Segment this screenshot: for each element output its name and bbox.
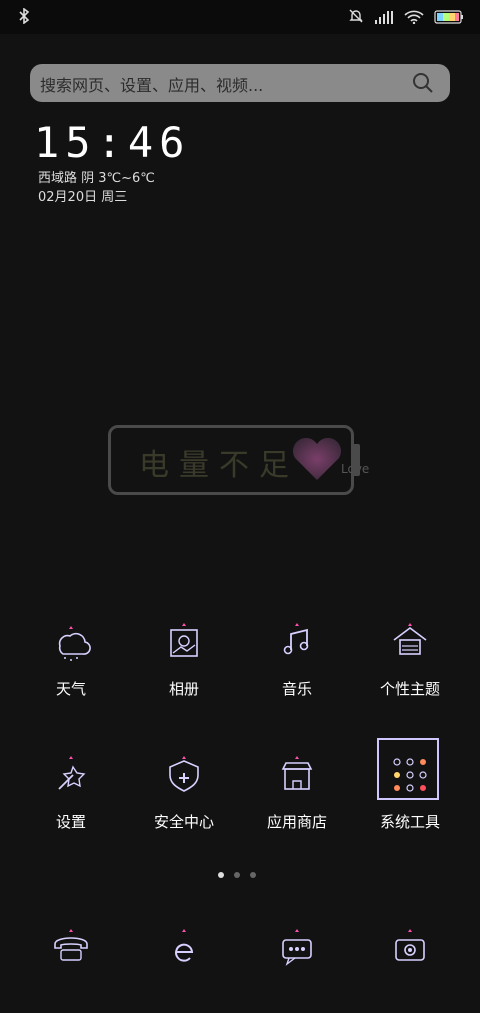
app-label: 相册 <box>168 680 199 698</box>
settings-icon[interactable] <box>49 753 93 797</box>
date-text[interactable]: 02月20日 周三 <box>38 186 127 205</box>
bluetooth-icon <box>18 7 30 28</box>
app-label: 音乐 <box>281 680 312 698</box>
app-theme[interactable]: 个性主题 <box>360 620 460 699</box>
app-gallery[interactable]: 相册 <box>134 620 234 699</box>
phone-icon[interactable] <box>49 928 93 972</box>
dock <box>0 925 480 975</box>
wifi-icon <box>404 9 424 28</box>
theme-icon[interactable] <box>388 620 432 664</box>
app-settings[interactable]: 设置 <box>21 753 121 832</box>
signal-icon <box>374 9 394 28</box>
clock-time[interactable]: 15:46 <box>34 118 190 167</box>
app-label: 设置 <box>55 813 86 831</box>
battery-icon <box>434 9 464 28</box>
search-placeholder[interactable]: 搜索网页、设置、应用、视频... <box>40 72 263 96</box>
heart-icon <box>291 437 343 486</box>
music-icon[interactable] <box>275 620 319 664</box>
system-tools-icon[interactable] <box>388 753 432 797</box>
app-label: 天气 <box>55 680 86 698</box>
app-store-icon[interactable] <box>275 753 319 797</box>
page-dot[interactable] <box>250 872 256 878</box>
app-label: 系统工具 <box>379 813 440 831</box>
app-weather[interactable]: 天气 <box>21 620 121 699</box>
search-bar[interactable]: 搜索网页、设置、应用、视频... <box>30 64 450 102</box>
battery-low-text: 电量不足 <box>139 448 299 483</box>
search-icon[interactable] <box>412 72 434 98</box>
mute-bell-icon <box>348 8 364 28</box>
app-security[interactable]: 安全中心 <box>134 753 234 832</box>
app-store[interactable]: 应用商店 <box>247 753 347 832</box>
gallery-icon[interactable] <box>162 620 206 664</box>
status-bar <box>0 0 480 34</box>
weather-icon[interactable] <box>49 620 93 664</box>
page-indicator <box>218 872 256 878</box>
weather-text[interactable]: 西域路 阴 3℃~6℃ <box>38 167 155 186</box>
app-label: 个性主题 <box>379 680 440 698</box>
app-label: 安全中心 <box>153 813 214 831</box>
security-icon[interactable] <box>162 753 206 797</box>
browser-icon[interactable] <box>162 928 206 972</box>
app-music[interactable]: 音乐 <box>247 620 347 699</box>
camera-icon[interactable] <box>388 928 432 972</box>
app-system-tools[interactable]: 系统工具 <box>360 753 460 832</box>
battery-low-widget: 电量不足 Love <box>108 425 369 495</box>
app-label: 应用商店 <box>266 813 327 831</box>
page-dot[interactable] <box>234 872 240 878</box>
battery-cap <box>352 444 360 476</box>
messages-icon[interactable] <box>275 928 319 972</box>
page-dot-active[interactable] <box>218 872 224 878</box>
